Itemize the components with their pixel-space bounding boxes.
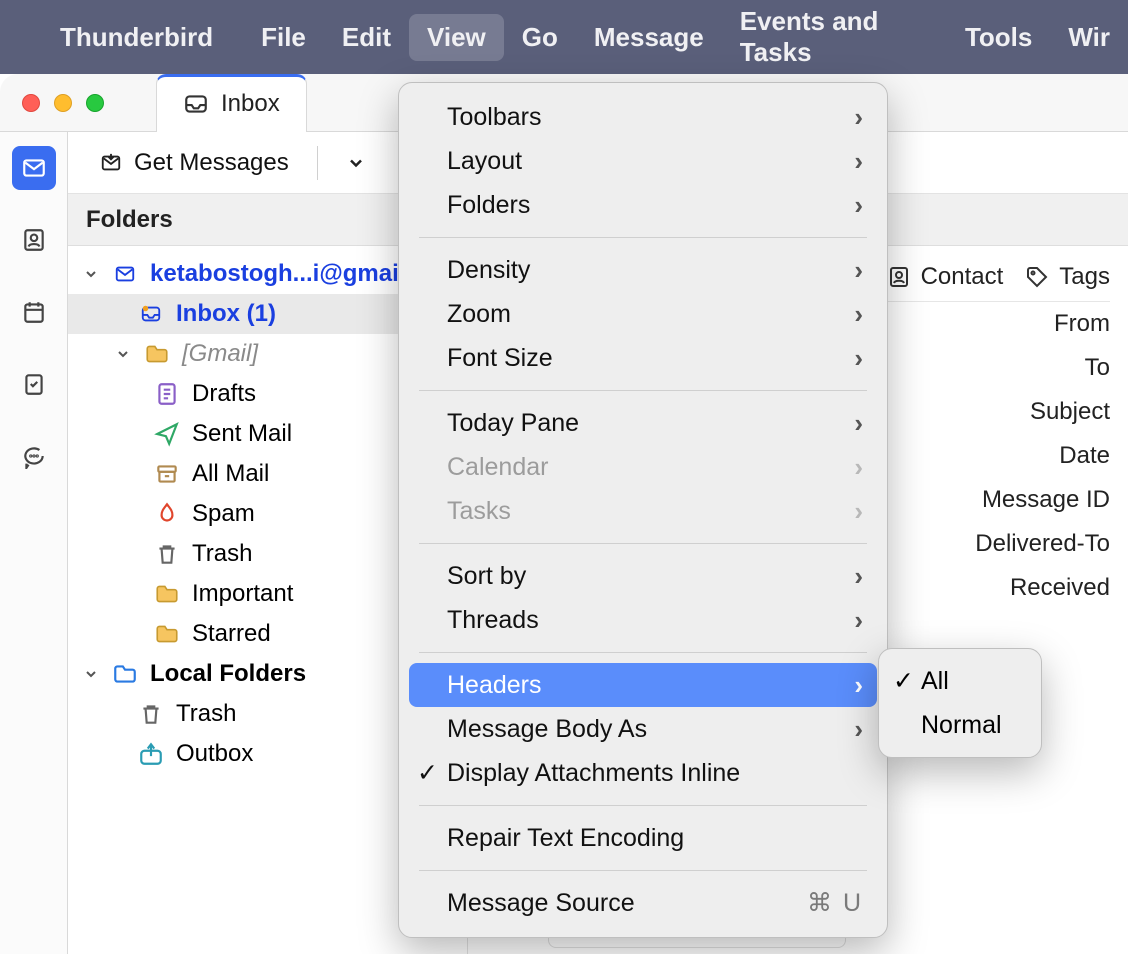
folder-label: Drafts	[192, 380, 256, 408]
folder-label: Starred	[192, 620, 271, 648]
folder-label: Outbox	[176, 740, 253, 768]
menu-item-toolbars[interactable]: Toolbars›	[399, 95, 887, 139]
inbox-icon	[138, 303, 164, 325]
menu-edit[interactable]: Edit	[324, 14, 409, 61]
folder-label: Trash	[192, 540, 252, 568]
space-calendar[interactable]	[12, 290, 56, 334]
menu-file[interactable]: File	[243, 14, 324, 61]
outbox-icon	[138, 743, 164, 765]
tab-inbox[interactable]: Inbox	[156, 74, 307, 132]
menu-tools[interactable]: Tools	[947, 14, 1050, 61]
folder-icon	[154, 623, 180, 645]
tags-button[interactable]: Tags	[1025, 263, 1110, 291]
macos-menubar: Thunderbird File Edit View Go Message Ev…	[0, 0, 1128, 74]
get-messages-button[interactable]: Get Messages	[90, 143, 297, 183]
menu-view[interactable]: View	[409, 14, 504, 61]
menu-message[interactable]: Message	[576, 14, 722, 61]
folder-label: Important	[192, 580, 293, 608]
menu-item-message-source[interactable]: Message Source⌘ U	[399, 881, 887, 925]
contact-label: Contact	[921, 263, 1004, 291]
folder-icon	[154, 583, 180, 605]
submenu-item-normal[interactable]: Normal	[879, 703, 1041, 747]
separator	[317, 146, 318, 180]
menu-item-folders[interactable]: Folders›	[399, 183, 887, 227]
archive-icon	[154, 463, 180, 485]
folder-label: Trash	[176, 700, 236, 728]
headers-submenu: ✓All Normal	[878, 648, 1042, 758]
traffic-lights	[0, 94, 126, 112]
folder-icon	[112, 663, 138, 685]
menu-events-tasks[interactable]: Events and Tasks	[722, 0, 947, 76]
folder-label: Local Folders	[150, 660, 306, 688]
drafts-icon	[154, 383, 180, 405]
menu-go[interactable]: Go	[504, 14, 576, 61]
menu-item-headers[interactable]: Headers›	[409, 663, 877, 707]
menu-item-font-size[interactable]: Font Size›	[399, 336, 887, 380]
sent-icon	[154, 423, 180, 445]
trash-icon	[138, 703, 164, 725]
menu-item-tasks: Tasks›	[399, 489, 887, 533]
menu-item-display-attachments-inline[interactable]: ✓Display Attachments Inline	[399, 751, 887, 795]
folder-label: [Gmail]	[182, 340, 258, 368]
folder-icon	[144, 343, 170, 365]
spaces-toolbar	[0, 132, 68, 954]
view-menu-dropdown: Toolbars› Layout› Folders› Density› Zoom…	[398, 82, 888, 938]
space-chat[interactable]	[12, 434, 56, 478]
menu-item-repair-text-encoding[interactable]: Repair Text Encoding	[399, 816, 887, 860]
menu-item-today-pane[interactable]: Today Pane›	[399, 401, 887, 445]
space-tasks[interactable]	[12, 362, 56, 406]
spam-icon	[154, 503, 180, 525]
folder-label: Sent Mail	[192, 420, 292, 448]
account-label: ketabostogh...i@gmail	[150, 260, 405, 288]
menu-item-layout[interactable]: Layout›	[399, 139, 887, 183]
chevron-down-icon	[114, 346, 132, 362]
folder-label: Inbox (1)	[176, 300, 276, 328]
folder-label: Spam	[192, 500, 255, 528]
inbox-icon	[183, 93, 209, 115]
menu-item-threads[interactable]: Threads›	[399, 598, 887, 642]
menu-item-message-body-as[interactable]: Message Body As›	[399, 707, 887, 751]
menu-item-sort-by[interactable]: Sort by›	[399, 554, 887, 598]
chevron-down-icon	[82, 266, 100, 282]
get-messages-chevron[interactable]	[338, 147, 374, 179]
menu-window-truncated[interactable]: Wir	[1050, 14, 1128, 61]
window-close[interactable]	[22, 94, 40, 112]
tags-label: Tags	[1059, 263, 1110, 291]
folder-label: All Mail	[192, 460, 269, 488]
submenu-item-all[interactable]: ✓All	[879, 659, 1041, 703]
space-address-book[interactable]	[12, 218, 56, 262]
menu-item-density[interactable]: Density›	[399, 248, 887, 292]
window-zoom[interactable]	[86, 94, 104, 112]
space-mail[interactable]	[12, 146, 56, 190]
trash-icon	[154, 543, 180, 565]
chevron-down-icon	[82, 666, 100, 682]
contact-button[interactable]: Contact	[887, 263, 1004, 291]
tab-label: Inbox	[221, 90, 280, 118]
app-name: Thunderbird	[60, 22, 213, 53]
menu-item-zoom[interactable]: Zoom›	[399, 292, 887, 336]
menu-item-calendar: Calendar›	[399, 445, 887, 489]
get-messages-label: Get Messages	[134, 149, 289, 177]
mail-account-icon	[112, 263, 138, 285]
folders-header-label: Folders	[86, 206, 173, 234]
window-minimize[interactable]	[54, 94, 72, 112]
